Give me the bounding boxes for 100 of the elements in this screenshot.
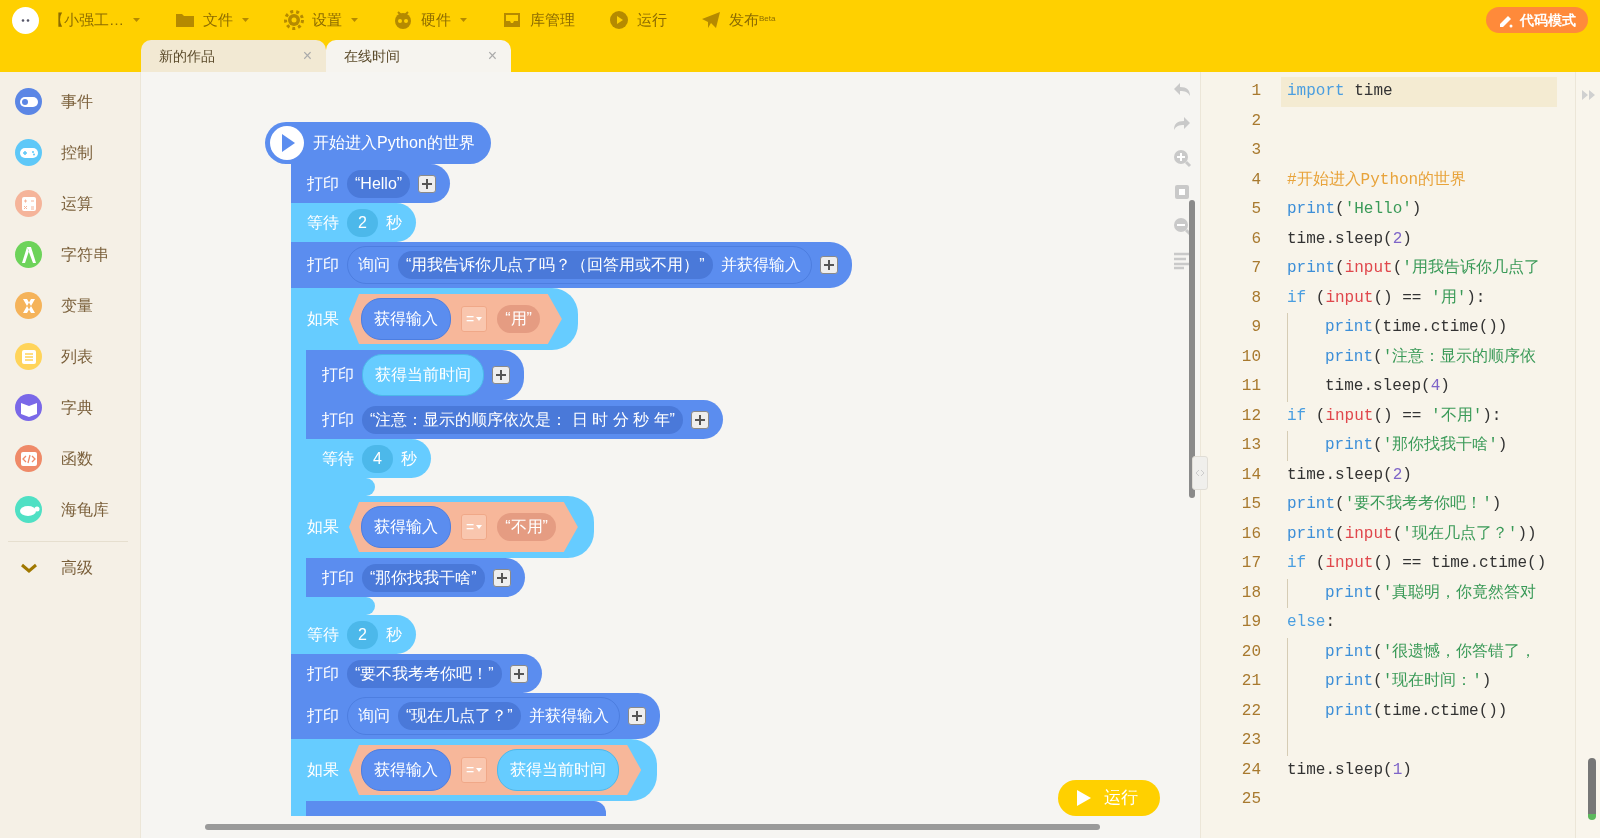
condition-block[interactable]: 获得输入 = “用” — [349, 294, 562, 344]
print-block[interactable]: 打印 “注意：显示的顺序依次是： 日 时 分 秒 年” — [306, 400, 723, 439]
tab[interactable]: 新的作品 × — [141, 40, 326, 72]
scrollbar[interactable] — [205, 824, 1100, 830]
menu-item[interactable]: 文件 — [175, 8, 250, 32]
reporter-block[interactable]: 获得当前时间 — [362, 354, 484, 396]
reset-icon[interactable] — [1172, 182, 1192, 202]
line-number: 13 — [1240, 435, 1262, 456]
line-number: 8 — [1250, 287, 1262, 309]
line-number: 25 — [1240, 789, 1262, 810]
line-number: 9 — [1250, 317, 1262, 338]
category-item[interactable]: 变量 — [0, 280, 140, 331]
block-label: 打印 — [307, 173, 339, 194]
play-icon — [1076, 789, 1092, 807]
add-button[interactable] — [819, 256, 838, 274]
add-button[interactable] — [418, 174, 437, 193]
print-block[interactable]: 打印 获得当前时间 — [306, 350, 524, 400]
print-block[interactable]: 打印 “要不我考考你吧！” — [291, 654, 542, 693]
zoom-in-icon[interactable] — [1172, 148, 1192, 168]
code-line: print('要不我考考你吧！') — [1287, 494, 1502, 515]
string-input[interactable]: “不用” — [497, 513, 556, 541]
category-item[interactable]: 字符串 — [0, 229, 140, 280]
category-item[interactable]: 函数 — [0, 433, 140, 484]
print-block[interactable]: 打印 询问 “现在几点了？” 并获得输入 — [291, 693, 660, 739]
code-line: print(time.ctime()) — [1325, 700, 1508, 722]
plus-icon — [822, 259, 835, 271]
condition-block[interactable]: 获得输入 = “不用” — [349, 502, 578, 552]
wait-block[interactable]: 等待 2 秒 — [291, 615, 416, 654]
close-icon[interactable]: × — [302, 44, 312, 68]
menu-item[interactable]: 设置 — [284, 8, 359, 32]
code-mode-button[interactable]: 代码模式 — [1486, 7, 1588, 33]
category-item[interactable]: 事件 — [0, 76, 140, 127]
reporter-block[interactable]: 获得输入 — [361, 749, 451, 791]
string-input[interactable]: “那你找我干啥” — [362, 563, 485, 592]
block-label: 询问 — [358, 255, 390, 275]
line-number: 5 — [1250, 199, 1262, 220]
block-label: 并获得输入 — [528, 706, 609, 726]
block-label: 并获得输入 — [720, 255, 801, 275]
category-item[interactable]: 运算 — [0, 178, 140, 229]
reporter-block[interactable]: 获得当前时间 — [497, 749, 620, 791]
reporter-block[interactable]: 获得输入 — [361, 506, 451, 548]
print-block[interactable]: 打印 “那你找我干啥” — [306, 558, 525, 597]
code-line: print(input('用我告诉你几点了 — [1287, 257, 1540, 279]
caret-icon — [476, 525, 483, 529]
plus-icon — [495, 571, 508, 584]
category-item[interactable]: 列表 — [0, 331, 140, 382]
add-button[interactable] — [509, 664, 528, 683]
menu-item[interactable]: 库管理 — [502, 8, 575, 32]
block-label: 打印 — [307, 255, 339, 275]
category-item[interactable]: 高级 — [0, 542, 140, 593]
string-input[interactable]: “用我告诉你几点了吗？（回答用或不用）” — [398, 251, 713, 279]
string-input[interactable]: “要不我考考你吧！” — [347, 659, 502, 688]
line-number: 10 — [1240, 346, 1262, 368]
block-label: 如果 — [307, 309, 339, 329]
line-number: 14 — [1240, 464, 1262, 486]
line-number: 1 — [1250, 81, 1262, 102]
close-icon[interactable]: × — [487, 44, 497, 68]
add-button[interactable] — [690, 410, 709, 429]
line-number: 17 — [1240, 553, 1262, 574]
menu-item[interactable]: 运行 — [609, 8, 667, 32]
string-input[interactable]: “注意：显示的顺序依次是： 日 时 分 秒 年” — [362, 405, 683, 434]
number-input[interactable]: 2 — [347, 620, 378, 649]
category-item[interactable]: 字典 — [0, 382, 140, 433]
print-block[interactable]: 打印 询问 “用我告诉你几点了吗？（回答用或不用）” 并获得输入 — [291, 242, 852, 288]
add-button[interactable] — [492, 366, 510, 384]
string-input[interactable]: “用” — [497, 305, 540, 333]
tab[interactable]: 在线时间 × — [326, 40, 511, 72]
align-icon[interactable] — [1172, 250, 1192, 270]
reporter-block[interactable]: 获得输入 — [361, 298, 451, 340]
code-line: print('现在时间：') — [1325, 671, 1492, 692]
number-input[interactable]: 4 — [362, 444, 393, 473]
code-line: time.sleep(1) — [1287, 759, 1412, 781]
number-input[interactable]: 2 — [347, 208, 378, 237]
zoom-out-icon[interactable] — [1172, 216, 1192, 236]
add-button[interactable] — [627, 707, 646, 725]
event-block[interactable]: 开始进入Python的世界 — [265, 122, 491, 164]
string-input[interactable]: “现在几点了？” — [398, 702, 521, 730]
ask-block[interactable]: 询问 “用我告诉你几点了吗？（回答用或不用）” 并获得输入 — [347, 246, 812, 284]
code-line: print(time.ctime()) — [1325, 317, 1508, 338]
if-block[interactable]: 如果 获得输入 = “用” 打印 获得当前时间 打印 “注意：显示的顺序依次是： 日 时 分 秒 年” 等待 4 秒 — [291, 288, 723, 496]
block-label: 询问 — [358, 706, 390, 726]
menu-item[interactable]: 发布$^{Beta}$ — [701, 8, 776, 32]
add-button[interactable] — [492, 568, 511, 587]
condition-block[interactable]: 获得输入 = 获得当前时间 — [349, 745, 642, 795]
scrollbar[interactable] — [1588, 758, 1596, 820]
code-line: import time — [1287, 81, 1393, 102]
splitter-handle[interactable] — [1192, 456, 1208, 490]
logo-icon[interactable] — [12, 6, 39, 34]
menu-item[interactable]: 【小强工… — [49, 8, 141, 32]
code-line: else: — [1287, 612, 1335, 633]
print-block[interactable]: 打印 “Hello” — [291, 164, 451, 203]
wait-block[interactable]: 等待 4 秒 — [306, 439, 431, 478]
ask-block[interactable]: 询问 “现在几点了？” 并获得输入 — [347, 697, 620, 735]
block-label: 如果 — [307, 760, 339, 780]
string-input[interactable]: “Hello” — [347, 169, 411, 198]
scrollbar[interactable] — [1189, 200, 1195, 498]
category-item[interactable]: 控制 — [0, 127, 140, 178]
category-item[interactable]: 海龟库 — [0, 484, 140, 535]
menu-item[interactable]: 硬件 — [393, 8, 468, 32]
wait-block[interactable]: 等待 2 秒 — [291, 203, 416, 242]
